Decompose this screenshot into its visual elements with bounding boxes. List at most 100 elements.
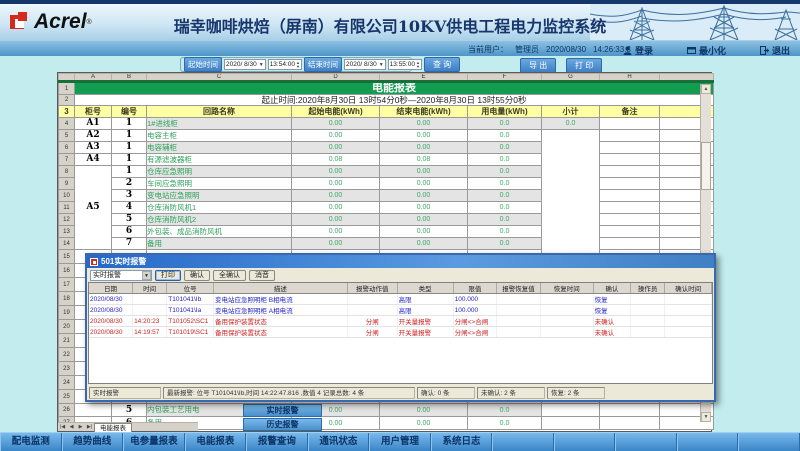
end-date-picker[interactable]: 2020/ 8/30▼ xyxy=(344,59,386,70)
header-subtotal: 小计 xyxy=(542,106,600,118)
col-letter: D xyxy=(292,74,380,82)
user-icon xyxy=(623,46,632,55)
alarm-header-row: 日期时间位号描述报警动作值类型限值报警恢复值恢复时间确认操作员确认时间 xyxy=(89,283,712,294)
alarm-row[interactable]: 2020/08/3014:20:23T101052\SC1备用保护装置状态分闸开… xyxy=(89,316,712,327)
dialog-mute-button[interactable]: 消音 xyxy=(249,270,275,281)
tab-scroll-last-icon[interactable]: ▶| xyxy=(85,424,94,430)
header-circuit: 回路名称 xyxy=(147,106,292,118)
nav-energy-report[interactable]: 电能报表 xyxy=(185,433,247,451)
col-letter: E xyxy=(380,74,468,82)
nav-empty xyxy=(554,433,616,451)
app-window: Acrel ® 瑞幸咖啡烘焙（屏南）有限公司10KV供电工程电力监控系统 当前用… xyxy=(0,0,800,451)
print-button[interactable]: 打 印 xyxy=(566,58,602,73)
nav-parameter-report[interactable]: 电参量报表 xyxy=(123,433,185,451)
search-button[interactable]: 查 询 xyxy=(424,57,460,72)
tab-scroll-prev-icon[interactable]: ◀ xyxy=(67,424,76,430)
realtime-alarm-button[interactable]: 实时报警 xyxy=(243,404,322,417)
header-cabinet: 柜号 xyxy=(75,106,112,118)
sheet-tab-energy-report[interactable]: 电能报表 xyxy=(94,423,132,432)
nav-comm-status[interactable]: 通讯状态 xyxy=(308,433,370,451)
tab-scroll-next-icon[interactable]: ▶ xyxy=(76,424,85,430)
system-date: 2020/08/30 xyxy=(546,45,586,54)
col-letter-blank xyxy=(660,74,714,82)
col-letter: F xyxy=(468,74,542,82)
realtime-alarm-dialog: 501实时报警 实时报警 ▼ 打印 确认 全确认 消音 xyxy=(85,253,716,402)
table-row: 4A111#进线柜0.000.000.00.0 xyxy=(59,118,714,130)
minimize-icon xyxy=(687,46,696,55)
alarm-row[interactable]: 2020/08/30T101041\Ib变电站应急照明柜 B相电流高限100.0… xyxy=(89,294,712,305)
dialog-titlebar[interactable]: 501实时报警 xyxy=(87,255,714,268)
dialog-icon xyxy=(90,258,98,266)
nav-empty xyxy=(615,433,677,451)
table-row: 103变电站应急照明0.000.000.0 xyxy=(59,190,714,202)
report-period-row: 2 起止时间:2020年8月30日 13时54分0秒—2020年8月30日 13… xyxy=(59,95,714,106)
status-restored-count: 恢复: 2 条 xyxy=(547,387,605,399)
end-time-label: 结束时间 xyxy=(304,57,342,72)
dialog-confirm-button[interactable]: 确认 xyxy=(184,270,210,281)
table-row: 136外包装、成品消防风机0.000.000.0 xyxy=(59,226,714,238)
alarm-filter-value: 实时报警 xyxy=(93,270,121,280)
app-header: Acrel ® 瑞幸咖啡烘焙（屏南）有限公司10KV供电工程电力监控系统 xyxy=(0,4,800,40)
nav-alarm-query[interactable]: 报警查询 xyxy=(246,433,308,451)
row-number: 2 xyxy=(59,95,75,106)
alarm-row[interactable]: 2020/08/3014:19:57T101019\SC1备用保护装置状态分闸开… xyxy=(89,327,712,338)
query-toolbar: 起始时间 2020/ 8/30▼ 13:54:00▲▼ 结束时间 2020/ 8… xyxy=(180,57,412,72)
header-start-energy: 起始电能(kWh) xyxy=(292,106,380,118)
nav-user-management[interactable]: 用户管理 xyxy=(369,433,431,451)
col-letter: B xyxy=(112,74,147,82)
dialog-print-button[interactable]: 打印 xyxy=(155,270,181,281)
status-ack-count: 确认: 0 条 xyxy=(417,387,475,399)
acrel-logo-icon xyxy=(10,12,30,32)
table-row: 7A41有源滤波器柜0.080.080.0 xyxy=(59,154,714,166)
column-letters-row: A B C D E F G H xyxy=(59,74,714,82)
status-mode: 实时报警 xyxy=(89,387,161,399)
table-row: 147备用0.000.000.0 xyxy=(59,238,714,250)
table-row: 114仓库消防风机10.000.000.0 xyxy=(59,202,714,214)
nav-power-monitoring[interactable]: 配电监测 xyxy=(0,433,62,451)
header-number: 编号 xyxy=(112,106,147,118)
nav-trend-curve[interactable]: 趋势曲线 xyxy=(62,433,124,451)
header-end-energy: 结束电能(kWh) xyxy=(380,106,468,118)
start-time-spinner[interactable]: 13:54:00▲▼ xyxy=(268,59,302,70)
logo-text: Acrel xyxy=(34,10,87,34)
col-letter: G xyxy=(542,74,600,82)
user-info: 当前用户：管理员2020/08/3014:26:33.3 xyxy=(468,44,638,55)
merged-cabinet-cell: A5 xyxy=(75,166,112,250)
col-letter: A xyxy=(75,74,112,82)
page-title: 瑞幸咖啡烘焙（屏南）有限公司10KV供电工程电力监控系统 xyxy=(150,13,630,37)
start-date-picker[interactable]: 2020/ 8/30▼ xyxy=(224,59,266,70)
bottom-nav: 配电监测 趋势曲线 电参量报表 电能报表 报警查询 通讯状态 用户管理 系统日志 xyxy=(0,432,800,451)
nav-empty xyxy=(677,433,739,451)
scroll-down-icon[interactable]: ▼ xyxy=(701,412,711,422)
corner-cell xyxy=(59,74,75,82)
dialog-title: 501实时报警 xyxy=(101,256,146,267)
chevron-down-icon: ▼ xyxy=(142,271,151,280)
dialog-confirm-all-button[interactable]: 全确认 xyxy=(213,270,246,281)
header-remark: 备注 xyxy=(600,106,660,118)
table-row: 8A51仓库应急照明0.000.000.0 xyxy=(59,166,714,178)
alarm-grid: 日期时间位号描述报警动作值类型限值报警恢复值恢复时间确认操作员确认时间 2020… xyxy=(88,282,713,384)
nav-system-log[interactable]: 系统日志 xyxy=(431,433,493,451)
row-number: 3 xyxy=(59,106,75,118)
col-letter: H xyxy=(600,74,660,82)
spinner-arrows-icon: ▲▼ xyxy=(416,61,420,68)
history-alarm-button[interactable]: 历史报警 xyxy=(243,418,322,431)
table-row: 125仓库消防风机20.000.000.0 xyxy=(59,214,714,226)
scroll-up-icon[interactable]: ▲ xyxy=(701,84,711,94)
table-row: 265内包装工艺用电0.000.000.0 xyxy=(59,404,714,417)
report-title: 电能报表 xyxy=(75,82,714,95)
table-row: 6A31电容辅柜0.000.000.0 xyxy=(59,142,714,154)
spinner-arrows-icon: ▲▼ xyxy=(296,61,300,68)
export-button[interactable]: 导 出 xyxy=(520,58,556,73)
tab-scroll-first-icon[interactable]: |◀ xyxy=(58,424,67,430)
user-bar: 当前用户：管理员2020/08/3014:26:33.3 登录 最小化 退出 xyxy=(0,40,800,56)
chevron-down-icon: ▼ xyxy=(379,62,384,68)
alarm-filter-select[interactable]: 实时报警 ▼ xyxy=(90,270,152,281)
scrollbar-thumb[interactable] xyxy=(701,142,711,190)
status-unack-count: 未确认: 2 条 xyxy=(477,387,545,399)
end-time-spinner[interactable]: 13:55:00▲▼ xyxy=(388,59,422,70)
sheet-tab-bar: |◀ ◀ ▶ ▶| 电能报表 xyxy=(58,422,198,431)
report-title-row: 1 电能报表 xyxy=(59,82,714,95)
alarm-row[interactable]: 2020/08/30T101041\Ia变电站应急照明柜 A相电流高限100.0… xyxy=(89,305,712,316)
table-row: 5A21电容主柜0.000.000.0 xyxy=(59,130,714,142)
